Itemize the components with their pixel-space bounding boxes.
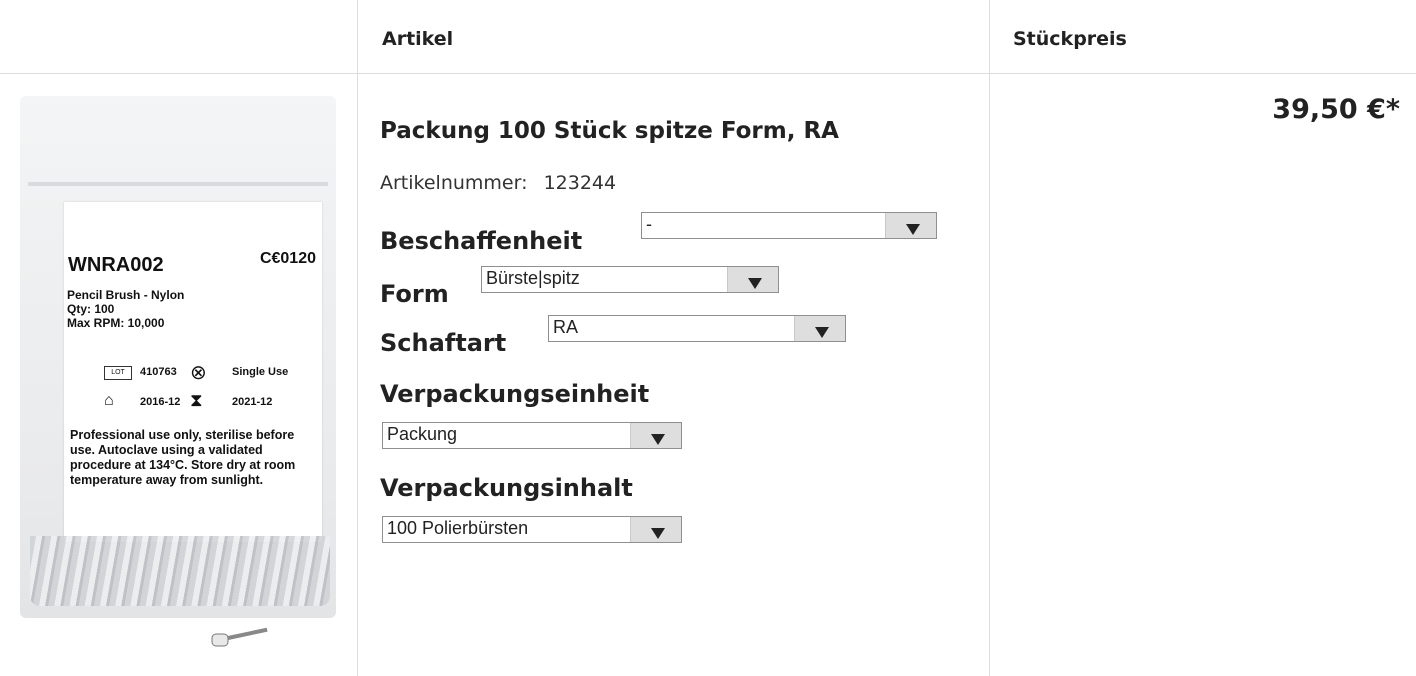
chevron-down-icon[interactable] [630, 517, 681, 542]
label-code: WNRA002 [68, 254, 164, 276]
bag-seal [28, 182, 328, 186]
label-manufactured: 2016-12 [140, 396, 181, 408]
beschaffenheit-label: Beschaffenheit [380, 227, 583, 255]
column-header-article: Artikel [382, 28, 454, 50]
chevron-down-icon[interactable] [630, 423, 681, 448]
loose-brush-icon [211, 627, 268, 647]
label-instructions: Professional use only, sterilise before … [70, 428, 296, 487]
form-label: Form [380, 280, 449, 308]
product-label: WNRA002 C€0120 Pencil Brush - Nylon Qty:… [64, 202, 322, 542]
label-ce-mark: C€0120 [259, 250, 316, 267]
column-divider [989, 0, 990, 676]
manufacture-icon: ⌂ [104, 392, 114, 409]
beschaffenheit-select[interactable]: - [641, 212, 937, 239]
brushes-in-bag [30, 536, 330, 606]
chevron-down-icon[interactable] [794, 316, 845, 341]
form-select[interactable]: Bürste|spitz [481, 266, 779, 293]
label-rpm: Max RPM: 10,000 [67, 316, 165, 330]
unit-price: 39,50 €* [1272, 94, 1400, 125]
schaftart-label: Schaftart [380, 329, 507, 357]
beschaffenheit-value: - [646, 214, 652, 234]
verpackungseinheit-select[interactable]: Packung [382, 422, 682, 449]
lot-icon: LOT [104, 366, 132, 380]
hourglass-icon: ⧗ [190, 390, 203, 410]
column-header-unit-price: Stückpreis [1013, 28, 1127, 50]
verpackungsinhalt-value: 100 Polierbürsten [387, 518, 529, 538]
article-number-value: 123244 [543, 172, 617, 194]
chevron-down-icon[interactable] [885, 213, 936, 238]
header-divider [0, 73, 1416, 74]
chevron-down-icon[interactable] [727, 267, 778, 292]
verpackungseinheit-value: Packung [387, 424, 458, 444]
label-expiry: 2021-12 [232, 396, 273, 408]
verpackungsinhalt-label: Verpackungsinhalt [380, 474, 633, 502]
label-qty: Qty: 100 [67, 302, 115, 316]
label-lot: 410763 [140, 366, 177, 378]
verpackungsinhalt-select[interactable]: 100 Polierbürsten [382, 516, 682, 543]
article-number: Artikelnummer: 123244 [380, 172, 616, 194]
schaftart-value: RA [553, 317, 579, 337]
product-image[interactable]: WNRA002 C€0120 Pencil Brush - Nylon Qty:… [20, 96, 336, 647]
article-number-label: Artikelnummer: [380, 172, 528, 194]
verpackungseinheit-label: Verpackungseinheit [380, 380, 650, 408]
column-divider [357, 0, 358, 676]
label-name: Pencil Brush - Nylon [67, 288, 185, 302]
label-single-use: Single Use [232, 366, 289, 378]
schaftart-select[interactable]: RA [548, 315, 846, 342]
no-reuse-icon: ⊗ [190, 362, 207, 384]
product-title[interactable]: Packung 100 Stück spitze Form, RA [380, 118, 839, 144]
form-value: Bürste|spitz [486, 268, 580, 288]
